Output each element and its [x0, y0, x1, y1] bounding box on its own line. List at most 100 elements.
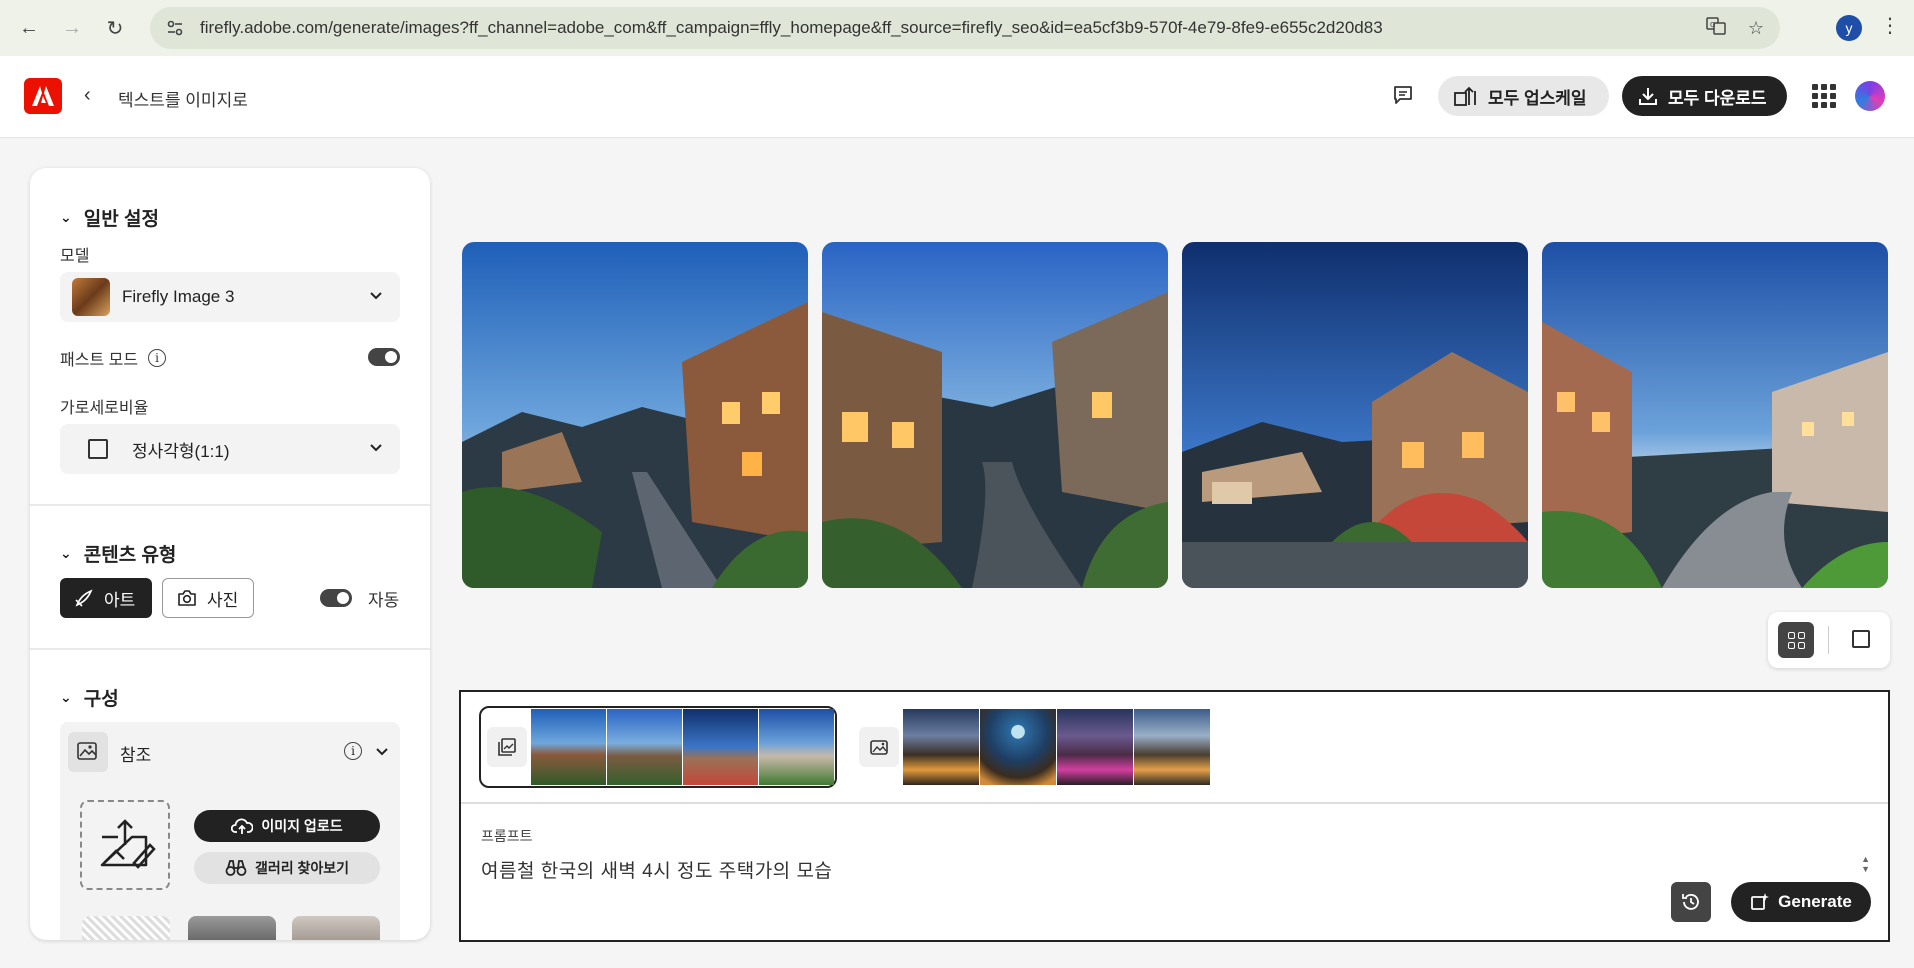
upload-image-icon: [100, 819, 156, 869]
url-text[interactable]: firefly.adobe.com/generate/images?ff_cha…: [200, 18, 1383, 38]
prompt-history-button[interactable]: [1671, 882, 1711, 922]
generation-history: [461, 692, 1888, 804]
general-settings-title: 일반 설정: [83, 209, 159, 230]
browser-profile-avatar[interactable]: y: [1836, 15, 1862, 41]
history-thumbnail[interactable]: [530, 709, 606, 785]
history-thumbnail[interactable]: [606, 709, 682, 785]
browse-gallery-button[interactable]: 갤러리 찾아보기: [194, 852, 380, 884]
generated-image-1[interactable]: [462, 242, 808, 588]
history-thumbnail[interactable]: [980, 709, 1056, 785]
adobe-logo-icon[interactable]: [24, 78, 62, 114]
info-icon[interactable]: i: [148, 349, 167, 367]
upload-image-button[interactable]: 이미지 업로드: [194, 810, 380, 842]
browser-menu-icon[interactable]: ⋮: [1880, 16, 1900, 36]
photo-type-label: 사진: [207, 590, 239, 610]
chevron-down-icon: [368, 287, 384, 308]
binoculars-icon: [225, 860, 247, 876]
history-thumbnail[interactable]: [758, 709, 834, 785]
generate-button[interactable]: Generate: [1731, 882, 1871, 922]
cloud-upload-icon: [231, 818, 254, 834]
model-value: Firefly Image 3: [122, 287, 235, 306]
chevron-down-icon: [368, 439, 384, 460]
composition-header[interactable]: ⌄ 구성: [60, 684, 119, 711]
grid-view-icon[interactable]: [1778, 622, 1814, 658]
section-divider: [30, 648, 430, 650]
image-reuse-icon[interactable]: [487, 727, 527, 767]
history-thumbnail[interactable]: [903, 709, 979, 785]
reference-section[interactable]: 참조 i: [60, 722, 400, 780]
prompt-panel: 프롬프트 여름철 한국의 새벽 4시 정도 주택가의 모습 ▲ ▼ Generat…: [459, 690, 1890, 942]
site-settings-icon[interactable]: [164, 17, 186, 39]
square-ratio-icon: [88, 439, 108, 459]
style-reference-thumbnail[interactable]: [188, 916, 276, 940]
camera-icon: [178, 590, 196, 606]
aspect-ratio-label: 가로세로비율: [60, 400, 149, 417]
aspect-ratio-select[interactable]: 정사각형(1:1): [60, 424, 400, 474]
generated-image-4[interactable]: [1542, 242, 1888, 588]
back-arrow-icon[interactable]: ←: [12, 11, 46, 45]
style-reference-thumbnail[interactable]: [82, 916, 170, 940]
apps-grid-icon[interactable]: [1812, 84, 1836, 108]
info-icon[interactable]: i: [344, 742, 362, 760]
history-clock-icon: [1682, 894, 1699, 910]
model-thumbnail: [72, 278, 110, 316]
view-separator: [1828, 626, 1829, 654]
app-header: ‹ 텍스트를 이미지로 모두 업스케일 모두 다운로드: [0, 56, 1914, 138]
art-type-button[interactable]: 아트: [60, 578, 152, 618]
download-all-button[interactable]: 모두 다운로드: [1622, 76, 1787, 116]
upscale-all-label: 모두 업스케일: [1488, 88, 1587, 108]
view-mode-toggle: [1768, 612, 1890, 668]
download-icon: [1639, 88, 1657, 105]
history-thumbnail[interactable]: [682, 709, 758, 785]
bookmark-star-icon[interactable]: ☆: [1748, 18, 1764, 39]
art-brush-icon: [75, 589, 93, 607]
art-type-label: 아트: [104, 590, 136, 610]
download-all-label: 모두 다운로드: [1668, 88, 1767, 108]
history-batch-current[interactable]: [479, 706, 837, 788]
feedback-comment-icon[interactable]: [1388, 80, 1418, 110]
address-bar[interactable]: firefly.adobe.com/generate/images?ff_cha…: [150, 7, 1780, 49]
chevron-down-icon[interactable]: [374, 743, 390, 764]
fast-mode-row: 패스트 모드 i: [60, 346, 167, 370]
browse-gallery-label: 갤러리 찾아보기: [254, 860, 350, 876]
generated-image-2[interactable]: [822, 242, 1168, 588]
page-title: 텍스트를 이미지로: [118, 91, 248, 110]
translate-icon[interactable]: G: [1706, 16, 1726, 41]
history-thumbnail[interactable]: [1057, 709, 1133, 785]
upscale-all-button[interactable]: 모두 업스케일: [1438, 76, 1609, 116]
chevron-down-icon: ⌄: [60, 545, 72, 561]
auto-type-label: 자동: [368, 591, 400, 610]
history-thumbnail[interactable]: [1134, 709, 1210, 785]
fast-mode-toggle[interactable]: [368, 348, 400, 366]
reference-label: 참조: [120, 746, 152, 765]
model-select[interactable]: Firefly Image 3: [60, 272, 400, 322]
forward-arrow-icon[interactable]: →: [55, 11, 89, 45]
style-reference-thumbnail[interactable]: [292, 916, 380, 940]
composition-title: 구성: [83, 689, 119, 710]
prompt-scroll-arrows[interactable]: ▲ ▼: [1861, 854, 1870, 874]
fast-mode-label: 패스트 모드: [60, 352, 139, 369]
single-view-icon[interactable]: [1852, 630, 1870, 648]
chevron-down-icon: ⌄: [60, 689, 72, 705]
prompt-input[interactable]: 여름철 한국의 새벽 4시 정도 주택가의 모습: [481, 856, 832, 883]
section-divider: [30, 504, 430, 506]
settings-panel: ⌄ 일반 설정 모델 Firefly Image 3 패스트 모드 i 가로세로…: [30, 168, 430, 940]
auto-type-toggle[interactable]: [320, 589, 352, 607]
model-label: 모델: [60, 248, 90, 265]
generated-image-3[interactable]: [1182, 242, 1528, 588]
image-reuse-icon[interactable]: [859, 727, 899, 767]
upscale-icon: [1454, 86, 1476, 106]
photo-type-button[interactable]: 사진: [162, 578, 254, 618]
upload-image-label: 이미지 업로드: [261, 818, 343, 834]
reload-icon[interactable]: ↻: [98, 11, 132, 45]
content-type-header[interactable]: ⌄ 콘텐츠 유형: [60, 540, 176, 567]
prompt-label: 프롬프트: [481, 828, 533, 844]
history-batch-previous[interactable]: [853, 706, 1211, 788]
reference-image-icon: [68, 732, 108, 772]
content-type-title: 콘텐츠 유형: [83, 545, 177, 566]
user-avatar[interactable]: [1855, 81, 1885, 111]
generate-sparkle-icon: [1751, 893, 1770, 910]
back-chevron-icon[interactable]: ‹: [84, 84, 91, 107]
general-settings-header[interactable]: ⌄ 일반 설정: [60, 204, 159, 231]
upload-dropzone[interactable]: [80, 800, 170, 890]
